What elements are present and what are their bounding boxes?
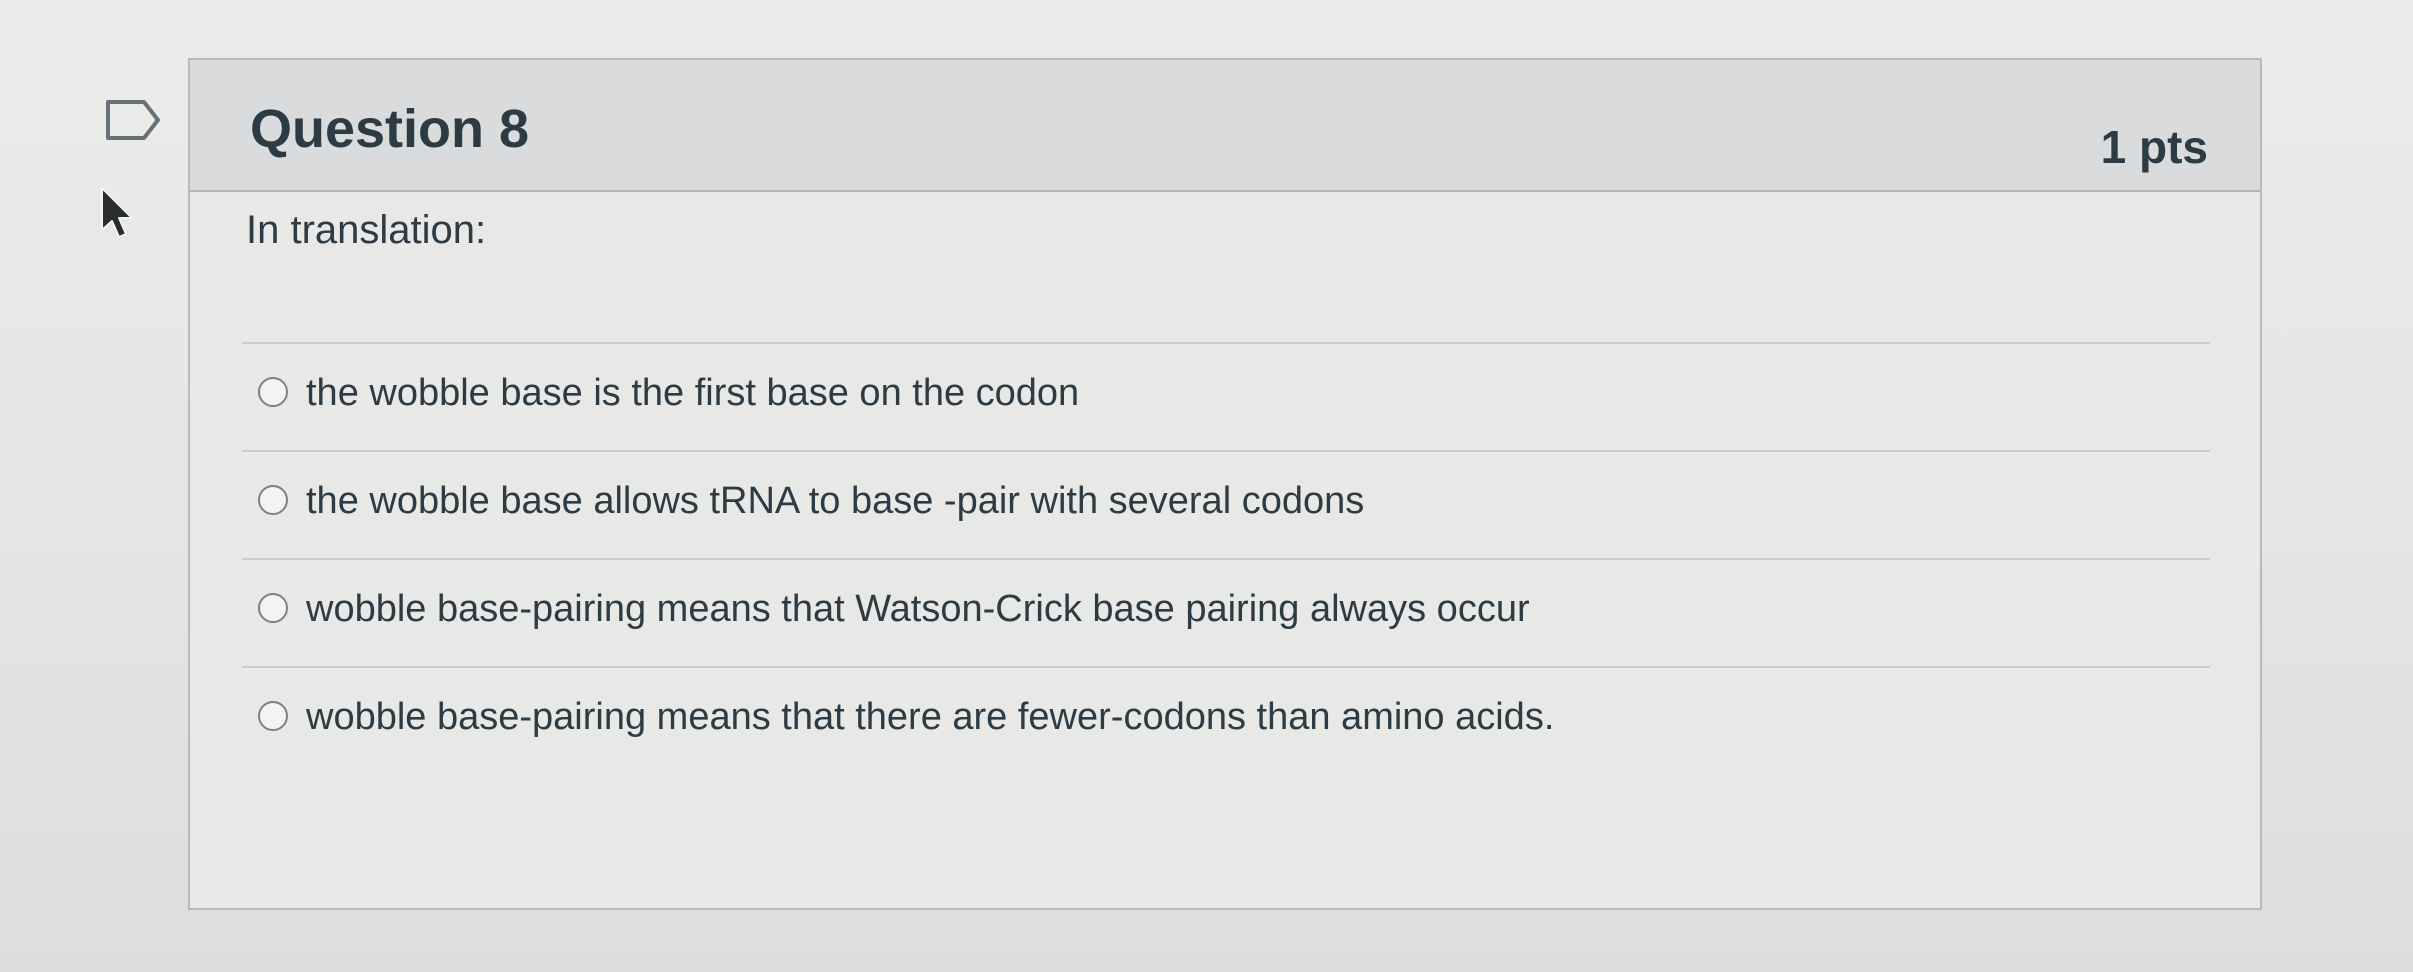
answer-option-3[interactable]: wobble base-pairing means that Watson-Cr… [242, 558, 2210, 666]
answer-4-radio-button[interactable] [258, 701, 288, 731]
answer-1-label[interactable]: the wobble base is the first base on the… [306, 372, 1079, 415]
answer-option-2[interactable]: the wobble base allows tRNA to base -pai… [242, 450, 2210, 558]
mouse-pointer-icon [101, 187, 133, 238]
answer-1-radio-button[interactable] [258, 377, 288, 407]
question-prompt: In translation: [246, 208, 487, 252]
answer-2-label[interactable]: the wobble base allows tRNA to base -pai… [306, 480, 1364, 523]
quiz-screen: Question 8 1 pts In translation: the wob… [0, 0, 2413, 972]
answer-list: the wobble base is the first base on the… [242, 342, 2210, 774]
answer-2-radio-button[interactable] [258, 485, 288, 515]
answer-3-label[interactable]: wobble base-pairing means that Watson-Cr… [306, 588, 1530, 631]
answer-4-label[interactable]: wobble base-pairing means that there are… [306, 696, 1554, 739]
question-title: Question 8 [250, 99, 530, 159]
answer-3-radio-button[interactable] [258, 593, 288, 623]
question-points: 1 pts [2100, 121, 2208, 173]
answer-option-1[interactable]: the wobble base is the first base on the… [242, 342, 2210, 450]
answer-option-4[interactable]: wobble base-pairing means that there are… [242, 666, 2210, 774]
flag-icon[interactable] [104, 98, 162, 142]
question-header: Question 8 1 pts [190, 60, 2260, 192]
question-card: Question 8 1 pts In translation: the wob… [188, 58, 2262, 910]
